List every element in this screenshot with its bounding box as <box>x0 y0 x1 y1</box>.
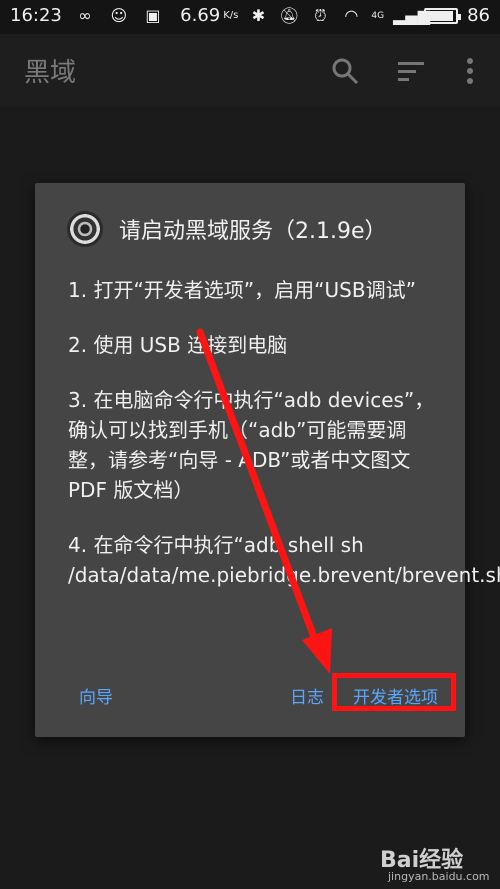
smiley-icon: ☺ <box>110 5 128 25</box>
speed-unit: K/s <box>223 10 239 21</box>
status-time: 16:23 <box>10 5 62 26</box>
bluetooth-icon: ✱ <box>251 5 266 25</box>
more-vert-icon[interactable] <box>455 56 485 86</box>
battery-level: 86 <box>467 5 490 26</box>
step-4: 4. 在命令行中执行“adb shell sh /data/data/me.pi… <box>68 533 500 587</box>
status-right: 6.69 K/s ✱ 🔕︎ ⏰︎ ◠ 4G ▂▄▆ 86 <box>180 5 490 26</box>
network-speed: 6.69 <box>180 5 221 26</box>
step-1: 1. 打开“开发者选项”，启用“USB调试” <box>68 278 416 302</box>
brevent-logo-icon <box>67 211 103 247</box>
mute-icon: 🔕︎ <box>279 5 300 25</box>
image-icon: ▣ <box>145 5 161 25</box>
wifi-icon: ◠ <box>344 5 359 25</box>
app-title: 黑域 <box>24 58 77 88</box>
status-left: 16:23 ∞ ☺ ▣ <box>10 5 164 26</box>
battery-icon <box>424 7 462 24</box>
guide-button[interactable]: 向导 <box>79 683 113 708</box>
dialog-title: 请启动黑域服务（2.1.9e） <box>119 219 387 244</box>
step-2: 2. 使用 USB 连接到电脑 <box>68 333 288 357</box>
dialog-header: 请启动黑域服务（2.1.9e） <box>67 211 387 247</box>
start-service-dialog: 请启动黑域服务（2.1.9e） 1. 打开“开发者选项”，启用“USB调试” 2… <box>35 183 500 737</box>
app-bar: 黑域 <box>0 34 500 106</box>
log-button[interactable]: 日志 <box>290 683 324 708</box>
alarm-icon: ⏰︎ <box>314 5 327 25</box>
status-bar: 16:23 ∞ ☺ ▣ 6.69 K/s ✱ 🔕︎ ⏰︎ ◠ 4G ▂▄▆ 86 <box>0 0 500 34</box>
search-icon[interactable] <box>330 56 360 86</box>
infinity-icon: ∞ <box>78 5 92 25</box>
highlight-box <box>332 673 456 711</box>
network-type: 4G <box>371 10 385 21</box>
watermark-url: jingyan.baidu.com <box>388 870 490 883</box>
step-3: 3. 在电脑命令行中执行“adb devices”，确认可以找到手机（“adb”… <box>68 388 435 502</box>
dialog-body: 1. 打开“开发者选项”，启用“USB调试” 2. 使用 USB 连接到电脑 3… <box>68 275 500 615</box>
dialog-actions: 向导 日志 开发者选项 <box>35 673 465 713</box>
sort-icon[interactable] <box>396 56 426 86</box>
signal-icon: ▂▄▆ <box>393 5 431 25</box>
